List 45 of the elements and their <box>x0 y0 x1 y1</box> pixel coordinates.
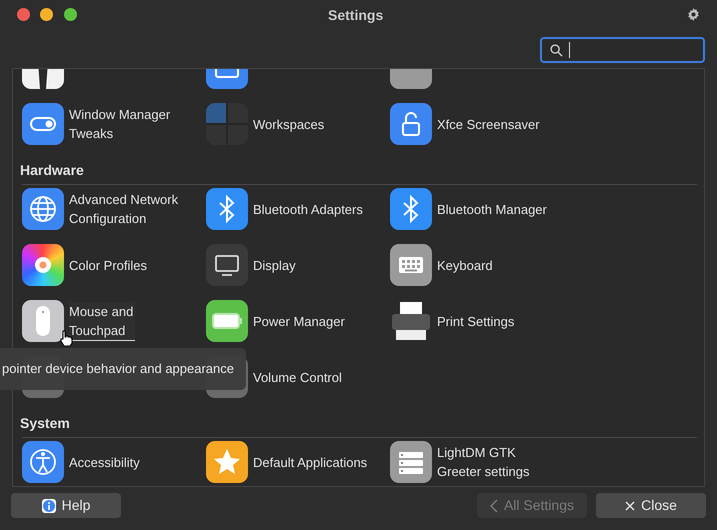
settings-item-label[interactable]: Accessibility <box>69 452 140 472</box>
maximize-window-button[interactable] <box>64 8 77 20</box>
settings-icon[interactable] <box>687 8 700 21</box>
settings-item-label[interactable]: Window Manager Tweaks <box>69 105 170 143</box>
text-caret <box>569 42 570 58</box>
settings-item-label[interactable]: Display <box>253 256 296 274</box>
settings-item-label[interactable]: Mouse and Touchpad <box>69 302 136 340</box>
settings-item-label[interactable]: Bluetooth Manager <box>437 200 547 218</box>
back-chevron-icon <box>490 498 498 512</box>
bluetooth-icon[interactable] <box>206 188 248 230</box>
search-field[interactable] <box>540 37 705 63</box>
help-button[interactable]: Help <box>11 493 121 518</box>
search-icon <box>550 44 563 56</box>
section-heading: Hardware <box>20 162 84 178</box>
tooltip: pointer device behavior and appearance <box>0 348 246 390</box>
server-icon[interactable] <box>390 441 432 483</box>
settings-item-label[interactable]: LightDM GTK Greeter settings <box>437 443 530 481</box>
settings-item-label[interactable]: Volume Control <box>253 368 342 386</box>
toggle-icon[interactable] <box>22 103 64 145</box>
monitor-icon[interactable] <box>206 244 248 286</box>
settings-item-label[interactable]: Bluetooth Adapters <box>253 200 363 218</box>
section-heading: System <box>20 415 70 431</box>
close-icon <box>625 500 636 510</box>
accessibility-icon[interactable] <box>22 441 64 483</box>
minimize-window-button[interactable] <box>40 8 53 20</box>
padlock-icon[interactable] <box>390 103 432 145</box>
close-button[interactable]: Close <box>596 493 706 518</box>
printer-icon[interactable] <box>390 300 432 342</box>
settings-item-label[interactable]: Advanced Network Configuration <box>69 190 178 228</box>
settings-item-label[interactable]: Keyboard <box>437 256 493 274</box>
bluetooth-icon[interactable] <box>390 188 432 230</box>
mouse-icon[interactable] <box>22 300 64 342</box>
globe-icon[interactable] <box>22 188 64 230</box>
settings-item-label[interactable]: Default Applications <box>253 452 368 472</box>
settings-item-label[interactable]: Xfce Screensaver <box>437 114 540 134</box>
settings-item-label[interactable]: Color Profiles <box>69 256 148 274</box>
keyboard-icon[interactable] <box>390 244 432 286</box>
settings-item-label[interactable]: Power Manager <box>253 312 345 330</box>
color-wheel-icon[interactable] <box>22 244 64 286</box>
settings-item-label[interactable]: Print Settings <box>437 312 514 330</box>
settings-item-label[interactable]: Workspaces <box>253 114 324 134</box>
close-window-button[interactable] <box>17 8 30 20</box>
window-title: Settings <box>328 6 384 25</box>
info-icon <box>42 498 56 512</box>
battery-icon[interactable] <box>206 300 248 342</box>
